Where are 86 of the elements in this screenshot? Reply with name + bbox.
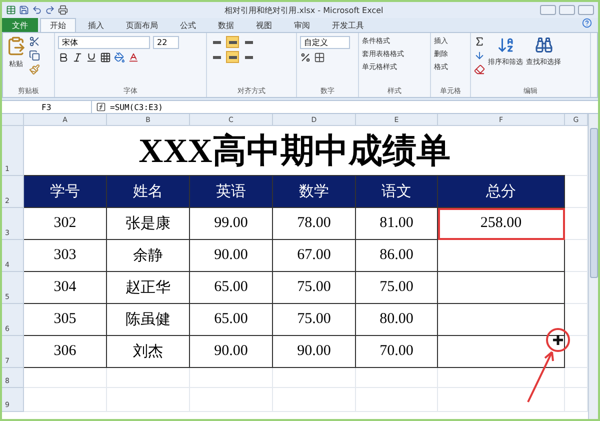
table-cell[interactable]: 70.00 [356,336,438,368]
bold-icon[interactable] [58,52,69,63]
table-cell[interactable]: 303 [24,240,107,272]
header-cell: 总分 [438,176,565,208]
font-size-field[interactable]: 22 [153,36,179,49]
vertical-align-button[interactable] [226,36,239,48]
fill-down-icon[interactable] [474,50,485,61]
empty-cell[interactable] [273,368,356,388]
borders-icon[interactable] [100,52,111,63]
table-cell[interactable]: 81.00 [356,208,438,240]
table-cell[interactable]: 78.00 [273,208,356,240]
ribbon-tab[interactable]: 审阅 [284,18,320,32]
copy-icon[interactable] [29,50,40,61]
sort-icon[interactable] [496,36,514,54]
header-cell: 姓名 [107,176,190,208]
empty-cell[interactable] [356,388,438,412]
table-cell[interactable]: 陈虽健 [107,304,190,336]
empty-cell[interactable] [438,388,565,412]
table-cell[interactable]: 305 [24,304,107,336]
ribbon-tab[interactable]: 数据 [208,18,244,32]
header-cell: 学号 [24,176,107,208]
table-cell[interactable]: 67.00 [273,240,356,272]
table-cell[interactable] [438,272,565,304]
header-cell: 数学 [273,176,356,208]
table-cell[interactable]: 赵正华 [107,272,190,304]
binoculars-icon[interactable] [534,36,552,54]
ribbon-tab[interactable]: 开发工具 [322,18,374,32]
table-cell[interactable]: 张是康 [107,208,190,240]
table-cell[interactable]: 306 [24,336,107,368]
table-cell[interactable]: 304 [24,272,107,304]
table-cell[interactable]: 302 [24,208,107,240]
table-cell[interactable] [438,240,565,272]
table-cell[interactable] [438,336,565,368]
empty-cell[interactable] [356,368,438,388]
italic-icon[interactable] [72,52,83,63]
ribbon-tab[interactable]: 视图 [246,18,282,32]
function-icon[interactable] [96,102,106,112]
file-menu-tab[interactable]: 文件 [2,18,38,32]
eraser-icon[interactable] [474,64,485,75]
cut-icon[interactable] [29,36,40,47]
fill-color-icon[interactable] [114,52,125,63]
empty-cell[interactable] [438,368,565,388]
table-cell[interactable]: 90.00 [273,336,356,368]
redo-icon[interactable] [45,5,55,15]
ribbon-tab[interactable]: 公式 [170,18,206,32]
table-cell[interactable]: 90.00 [190,336,273,368]
table-cell[interactable]: 75.00 [273,272,356,304]
format-painter-icon[interactable] [29,64,40,75]
font-name-field[interactable]: 宋体 [58,36,150,49]
percent-icon[interactable] [300,52,311,63]
formula-field[interactable]: =SUM(C3:E3) [110,102,163,112]
paste-icon[interactable] [6,36,26,56]
table-cell[interactable]: 75.00 [356,272,438,304]
table-cell[interactable]: 90.00 [190,240,273,272]
header-cell: 英语 [190,176,273,208]
save-icon[interactable] [19,5,29,15]
printer-icon[interactable] [58,5,68,15]
table-cell[interactable]: 80.00 [356,304,438,336]
help-icon[interactable] [582,18,592,28]
window-title: 相对引用和绝对引用.xlsx - Microsoft Excel [224,4,384,16]
empty-cell[interactable] [107,388,190,412]
table-cell[interactable]: 86.00 [356,240,438,272]
number-format-field[interactable]: 自定义 [300,36,350,49]
table-cell[interactable]: 75.00 [273,304,356,336]
sum-icon[interactable] [474,36,485,47]
table-cell[interactable]: 余静 [107,240,190,272]
font-color-icon[interactable] [128,52,139,63]
underline-icon[interactable] [86,52,97,63]
table-cell[interactable]: 99.00 [190,208,273,240]
table-cell[interactable]: 刘杰 [107,336,190,368]
table-cell[interactable]: 65.00 [190,304,273,336]
empty-cell[interactable] [273,388,356,412]
horizontal-align-button[interactable] [226,51,239,63]
empty-cell[interactable] [107,368,190,388]
ribbon-tab[interactable]: 开始 [40,18,76,32]
vertical-scrollbar[interactable] [588,114,598,419]
ribbon-tab[interactable]: 插入 [78,18,114,32]
empty-cell[interactable] [190,368,273,388]
empty-cell[interactable] [190,388,273,412]
name-box[interactable]: F3 [2,101,92,113]
ribbon-tab[interactable]: 页面布局 [116,18,168,32]
table-cell[interactable] [438,304,565,336]
undo-icon[interactable] [32,5,42,15]
table-cell[interactable]: 65.00 [190,272,273,304]
header-cell: 语文 [356,176,438,208]
table-cell[interactable]: 258.00 [438,208,565,240]
